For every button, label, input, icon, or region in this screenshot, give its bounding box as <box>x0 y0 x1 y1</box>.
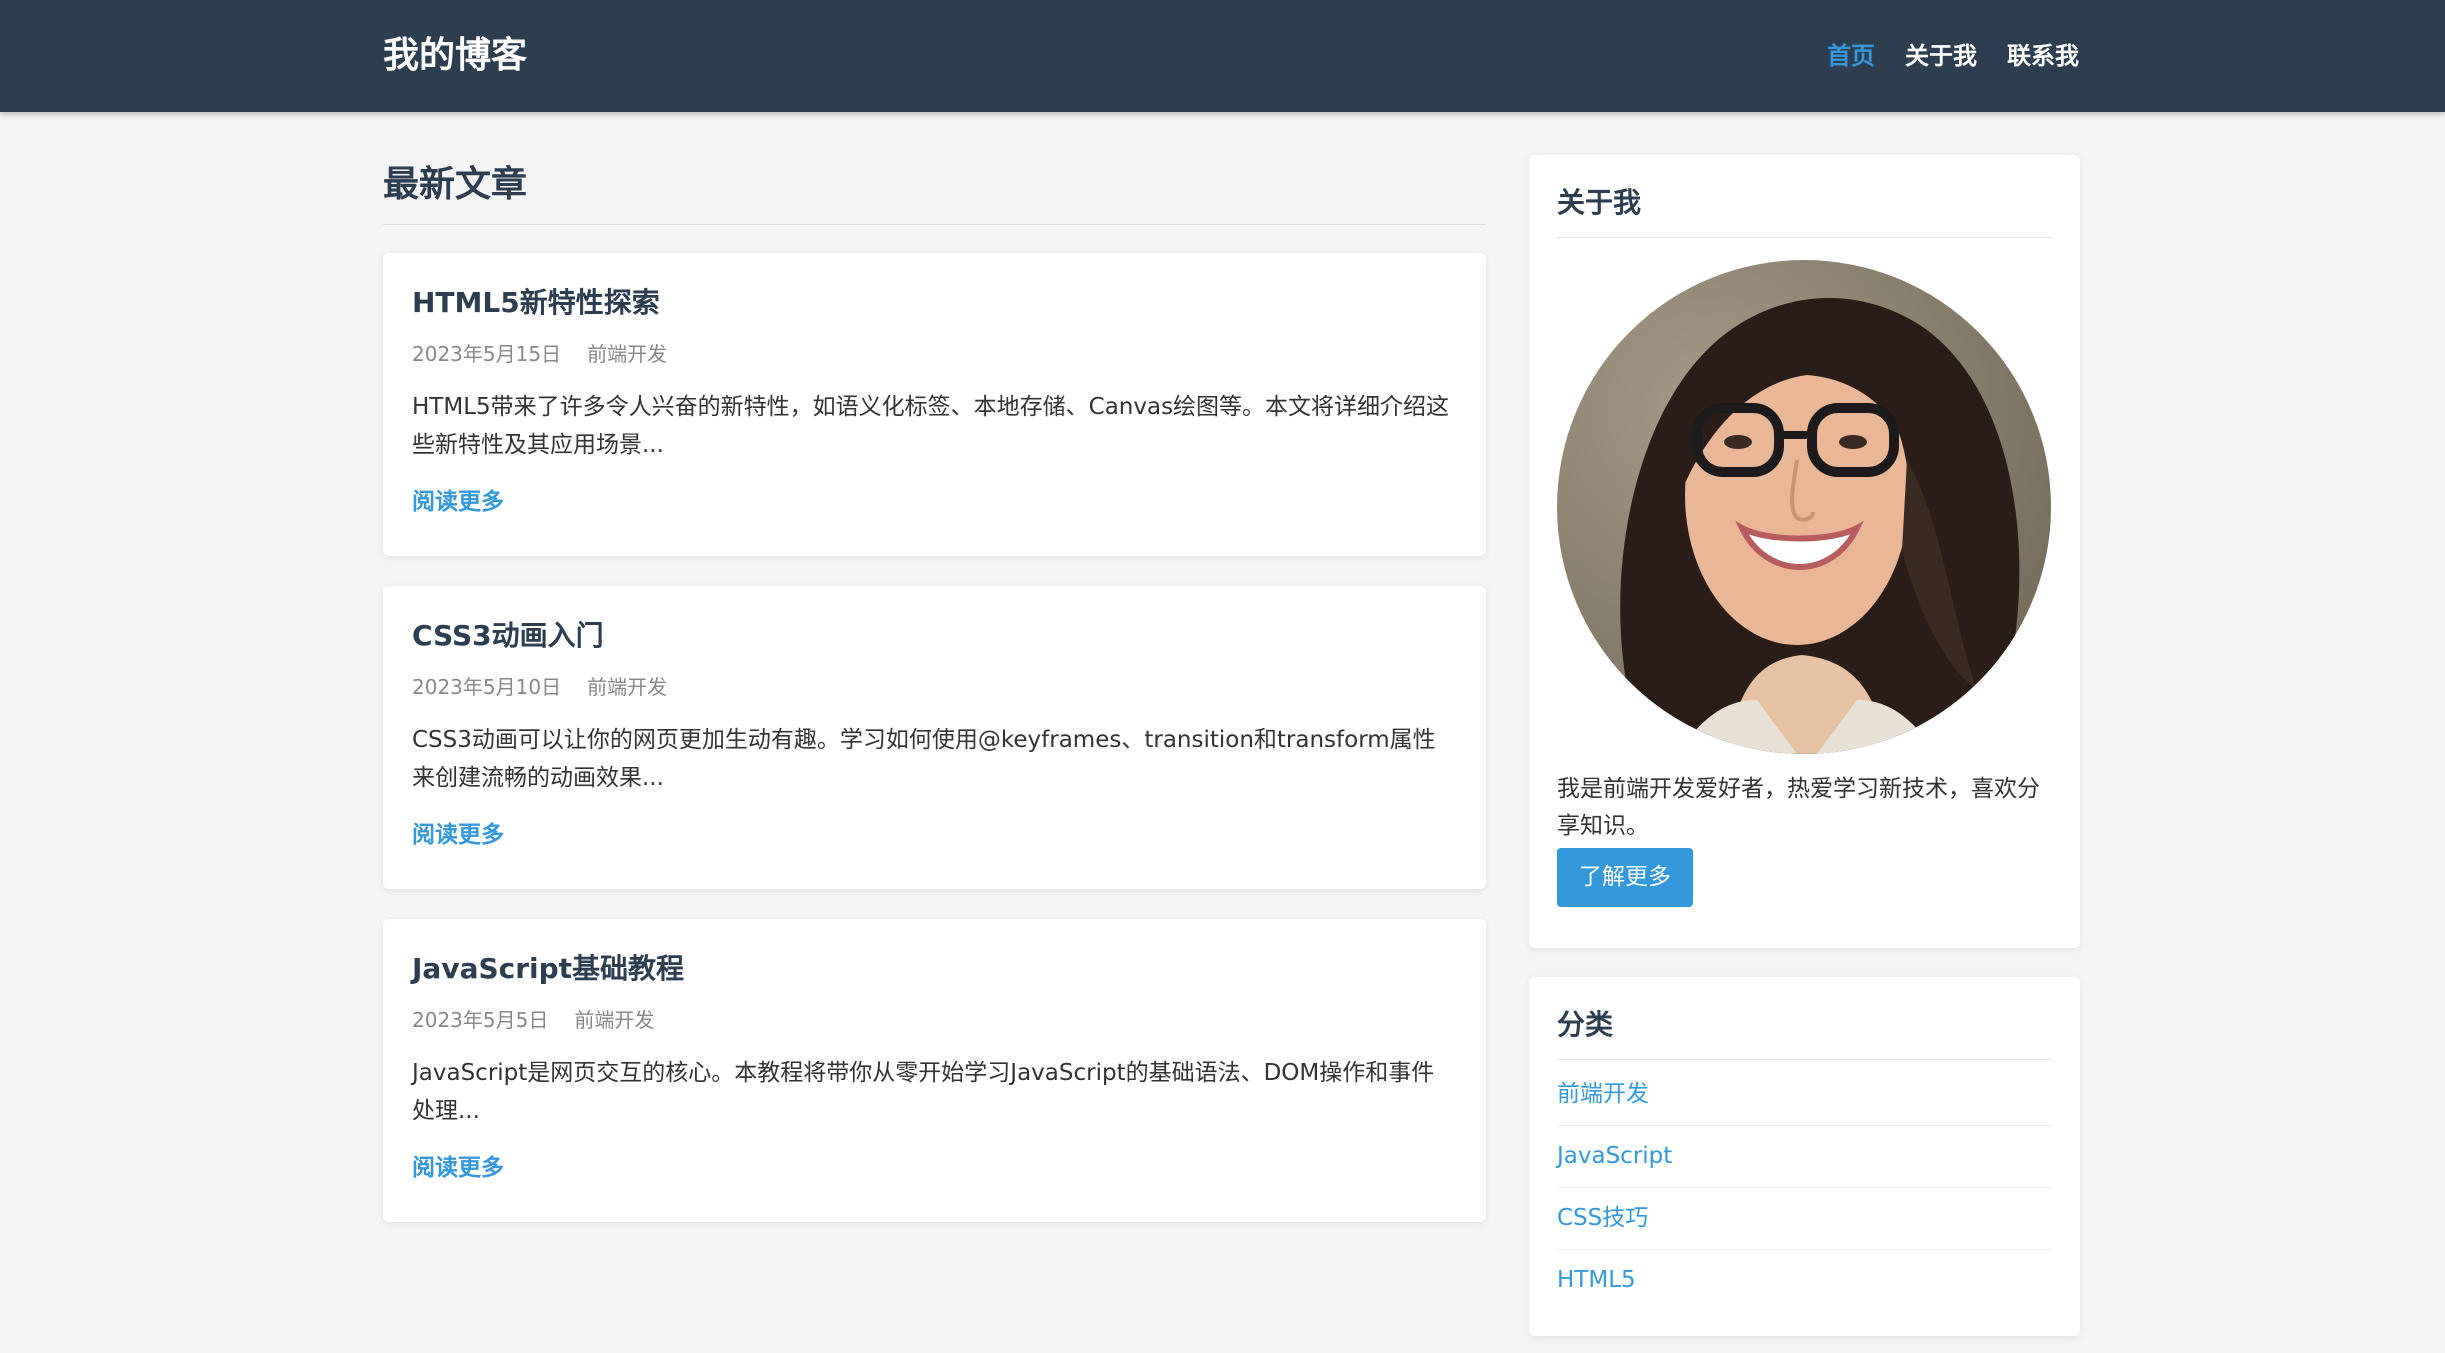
article-meta: 2023年5月5日 前端开发 <box>412 1006 654 1034</box>
article-card: JavaScript基础教程 2023年5月5日 前端开发 JavaScript是… <box>383 919 1486 1222</box>
article-category: 前端开发 <box>587 675 668 699</box>
main-content: 最新文章 HTML5新特性探索 2023年5月15日 前端开发 HTML5带来了许… <box>383 160 1486 1222</box>
article-meta: 2023年5月10日 前端开发 <box>412 673 667 701</box>
profile-photo-icon <box>1557 260 2051 754</box>
article-excerpt: HTML5带来了许多令人兴奋的新特性，如语义化标签、本地存储、Canvas绘图等… <box>412 394 1450 458</box>
article-meta: 2023年5月15日 前端开发 <box>412 340 667 368</box>
list-item: 前端开发 <box>1557 1064 2052 1126</box>
article-date: 2023年5月10日 <box>412 675 562 699</box>
categories-widget: 分类 前端开发 JavaScript CSS技巧 HTML5 <box>1529 977 2080 1336</box>
category-link[interactable]: HTML5 <box>1557 1267 1636 1293</box>
main-nav: 首页 关于我 联系我 <box>1827 36 2079 76</box>
site-header: 我的博客 首页 关于我 联系我 <box>0 0 2445 112</box>
category-link[interactable]: JavaScript <box>1557 1143 1672 1169</box>
article-title[interactable]: JavaScript基础教程 <box>412 949 684 989</box>
about-widget: 关于我 我是前端开发爱好者，热爱学习新技术，喜欢分享知识。 了解更多 <box>1529 155 2080 948</box>
nav-about[interactable]: 关于我 <box>1905 36 1977 76</box>
article-title[interactable]: CSS3动画入门 <box>412 616 604 656</box>
article-category: 前端开发 <box>574 1008 655 1032</box>
read-more-link[interactable]: 阅读更多 <box>412 485 504 519</box>
list-item: CSS技巧 <box>1557 1188 2052 1250</box>
article-excerpt: CSS3动画可以让你的网页更加生动有趣。学习如何使用@keyframes、tra… <box>412 727 1436 791</box>
article-category: 前端开发 <box>587 342 668 366</box>
read-more-link[interactable]: 阅读更多 <box>412 1151 504 1185</box>
nav-contact[interactable]: 联系我 <box>2007 36 2079 76</box>
article-card: HTML5新特性探索 2023年5月15日 前端开发 HTML5带来了许多令人兴奋… <box>383 253 1486 556</box>
category-list: 前端开发 JavaScript CSS技巧 HTML5 <box>1557 1064 2052 1311</box>
article-date: 2023年5月5日 <box>412 1008 549 1032</box>
avatar <box>1557 260 2051 754</box>
article-card: CSS3动画入门 2023年5月10日 前端开发 CSS3动画可以让你的网页更加生… <box>383 586 1486 889</box>
article-date: 2023年5月15日 <box>412 342 562 366</box>
category-link[interactable]: 前端开发 <box>1557 1081 1649 1107</box>
about-text: 我是前端开发爱好者，热爱学习新技术，喜欢分享知识。 <box>1557 776 2040 839</box>
about-title: 关于我 <box>1557 155 2052 238</box>
categories-title: 分类 <box>1557 977 2052 1060</box>
category-link[interactable]: CSS技巧 <box>1557 1205 1648 1231</box>
list-item: JavaScript <box>1557 1126 2052 1188</box>
list-item: HTML5 <box>1557 1250 2052 1311</box>
nav-home[interactable]: 首页 <box>1827 36 1875 76</box>
article-title[interactable]: HTML5新特性探索 <box>412 283 660 323</box>
section-title: 最新文章 <box>383 160 1486 225</box>
read-more-link[interactable]: 阅读更多 <box>412 818 504 852</box>
learn-more-button[interactable]: 了解更多 <box>1557 848 1693 907</box>
site-logo[interactable]: 我的博客 <box>383 30 527 82</box>
article-excerpt: JavaScript是网页交互的核心。本教程将带你从零开始学习JavaScrip… <box>412 1060 1435 1124</box>
